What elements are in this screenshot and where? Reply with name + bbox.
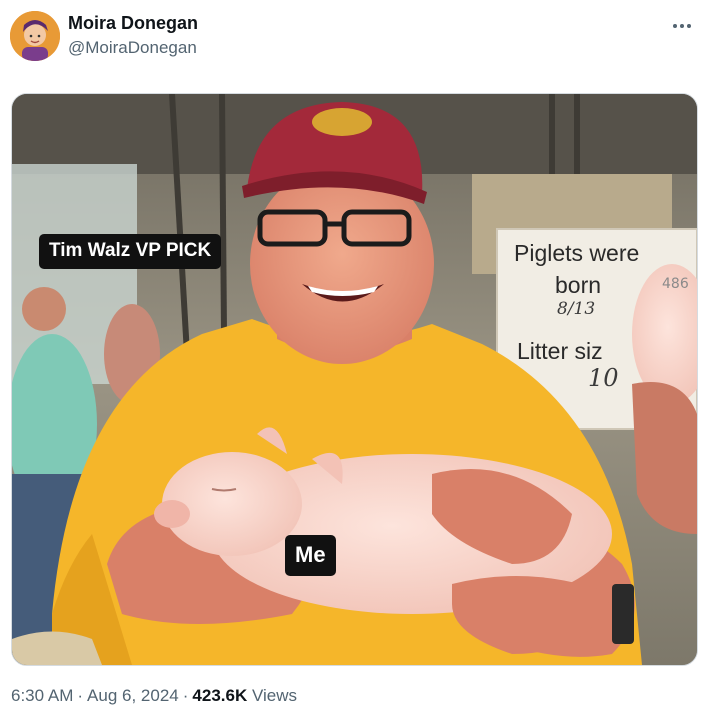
tweet-date[interactable]: Aug 6, 2024 [87,686,179,705]
author-avatar[interactable] [10,11,60,61]
tweet-meta: 6:30 AM · Aug 6, 2024 · 423.6K Views [11,686,297,706]
caption-me: Me [285,535,336,576]
tweet-time[interactable]: 6:30 AM [11,686,73,705]
sign-litter-value: 10 [588,364,619,392]
more-options-icon[interactable] [670,14,694,38]
sign-pen-number: 486 [662,276,689,292]
sign-born-value: 8/13 [557,299,596,319]
tweet-header: Moira Donegan @MoiraDonegan [10,10,700,62]
sign-line-3: Litter siz [517,338,603,364]
caption-tim-walz: Tim Walz VP PICK [39,234,222,269]
views-label: Views [251,686,298,705]
meta-separator: · [182,686,189,705]
views-count[interactable]: 423.6K [192,686,247,705]
author-name[interactable]: Moira Donegan [68,13,198,34]
author-handle[interactable]: @MoiraDonegan [68,38,197,58]
avatar-illustration [10,11,60,61]
tweet-image[interactable]: Piglets were born 8/13 486 Litter siz 10… [11,93,698,666]
sign-line-2: born [555,272,602,298]
sign-line-1: Piglets were [514,240,640,266]
meta-separator: · [77,686,84,705]
